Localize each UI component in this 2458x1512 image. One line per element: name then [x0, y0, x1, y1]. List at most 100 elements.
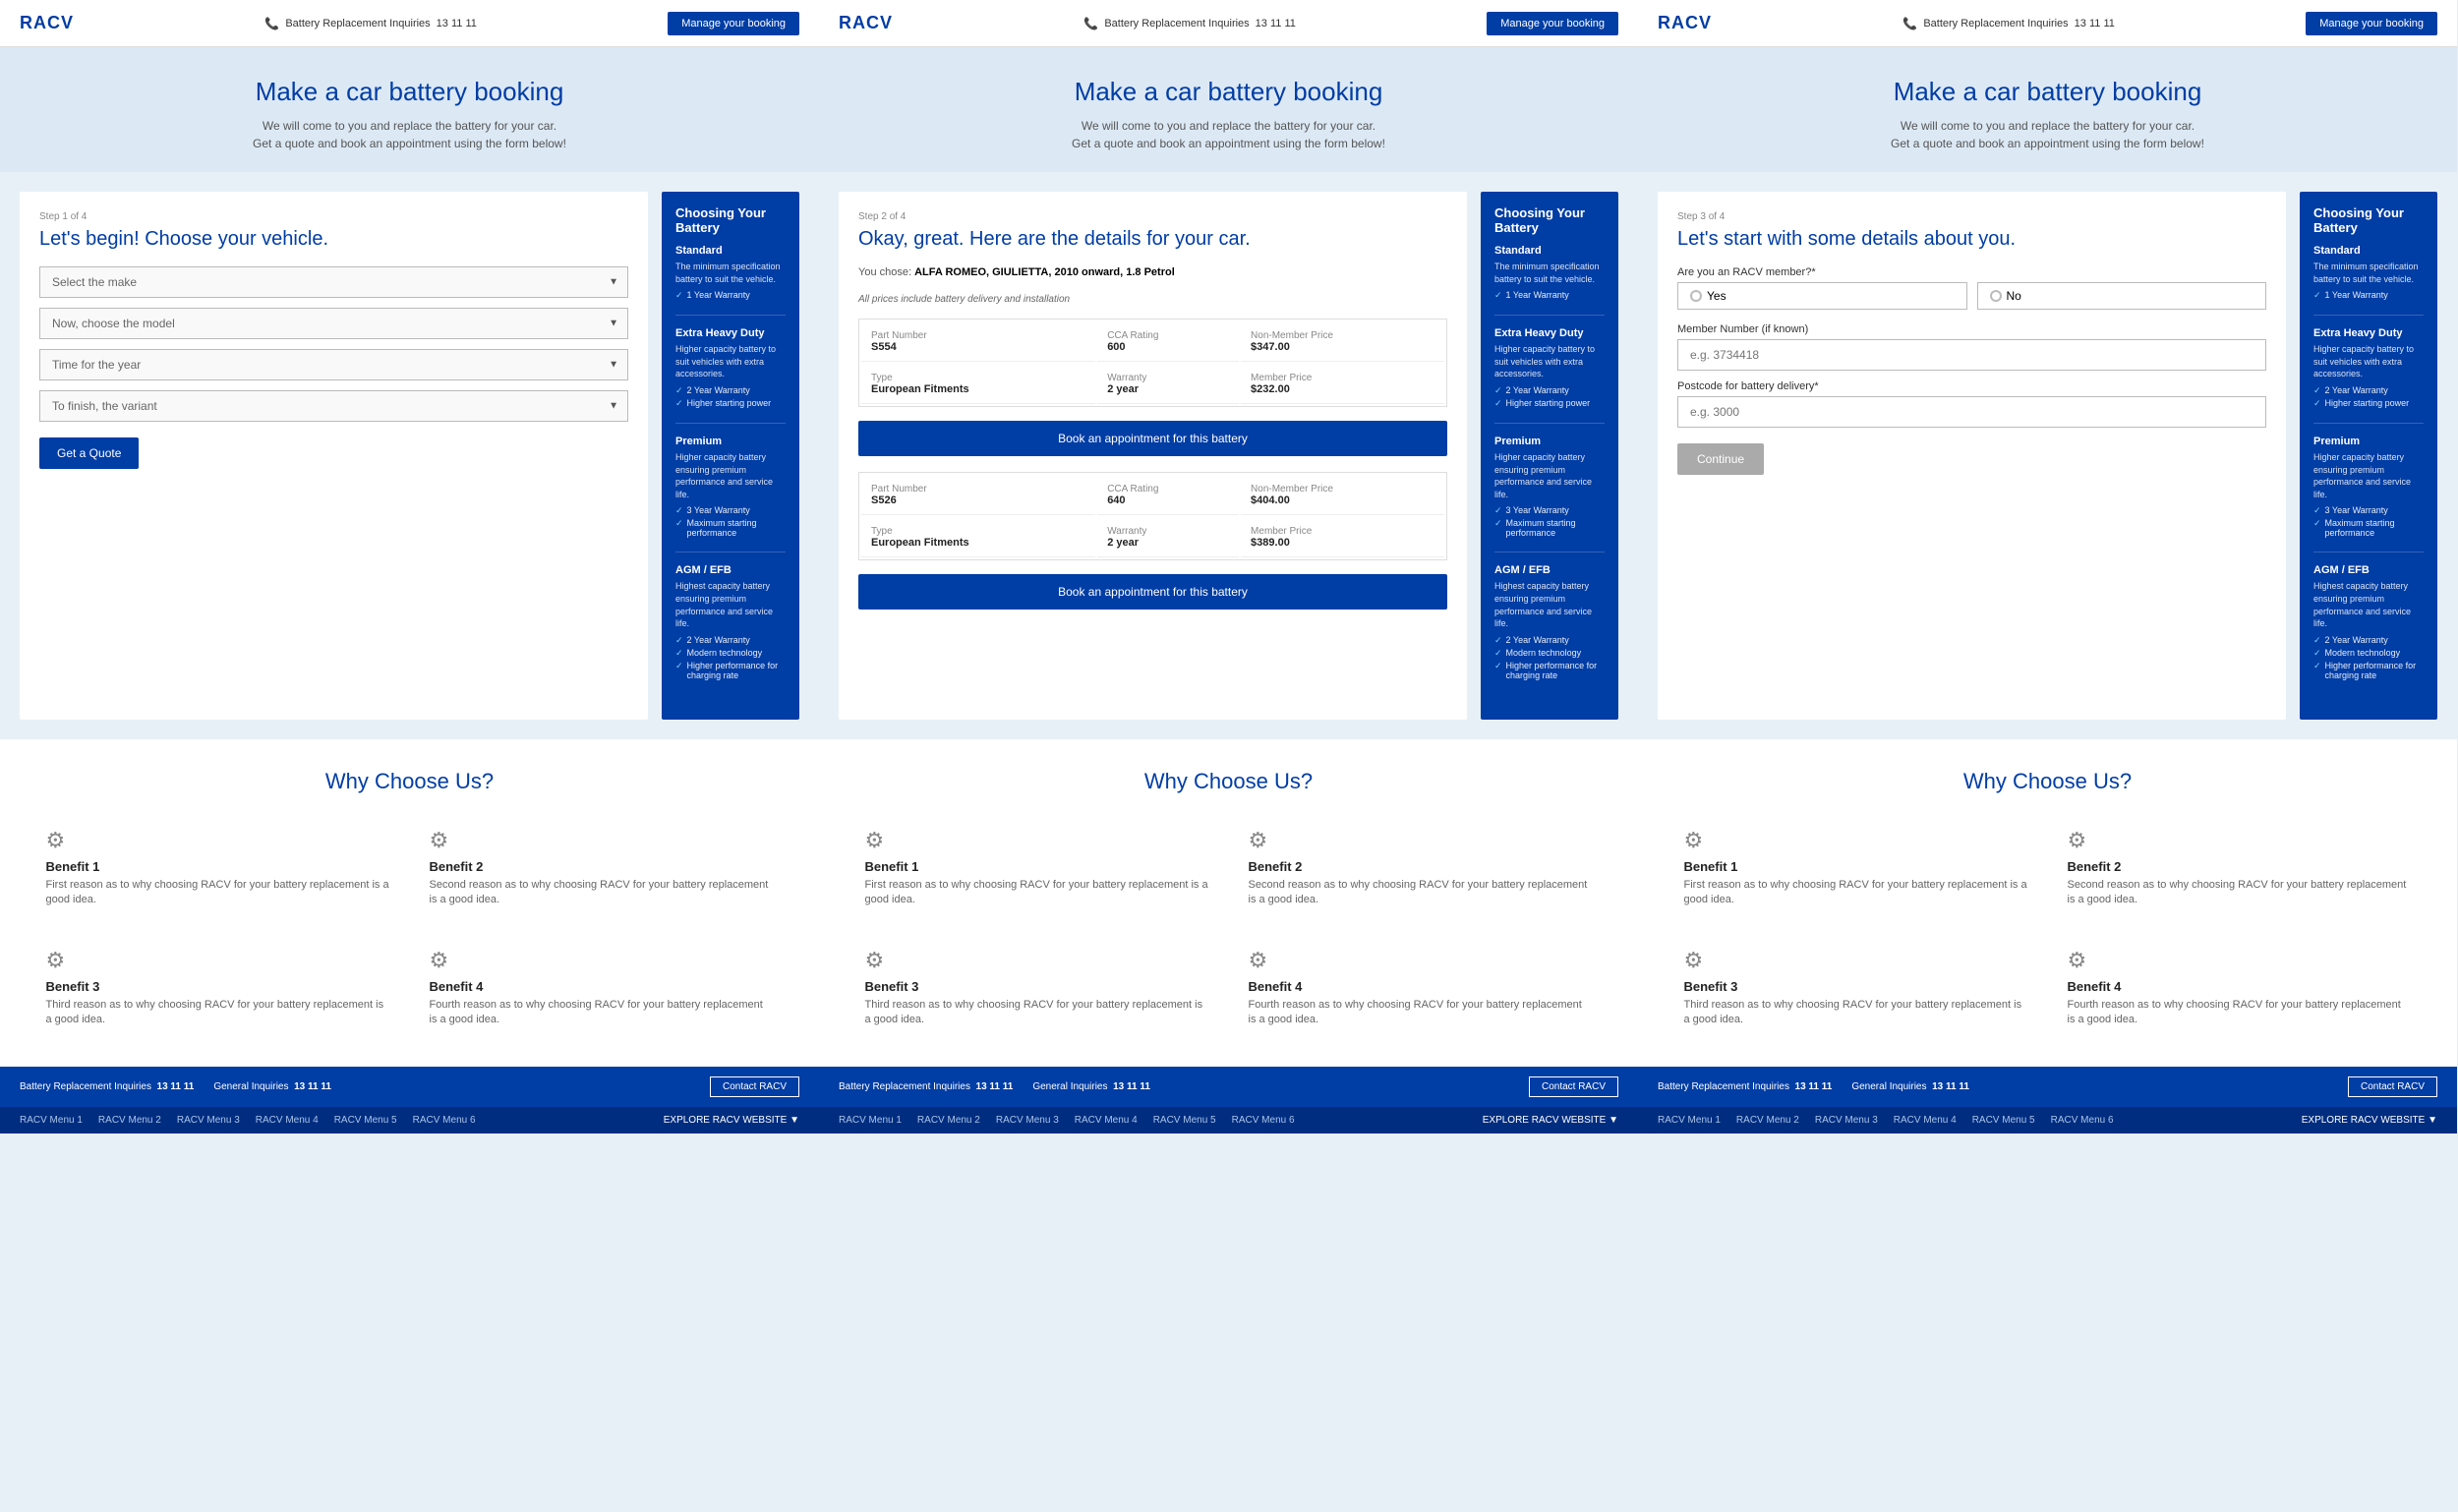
- phone-label: Battery Replacement Inquiries: [1923, 18, 2068, 29]
- nav-link-6[interactable]: RACV Menu 6: [1232, 1115, 1295, 1126]
- battery-type-agm: AGM / EFB Highest capacity battery ensur…: [675, 564, 786, 693]
- form-title: Okay, great. Here are the details for yo…: [858, 228, 1447, 251]
- nav-link-5[interactable]: RACV Menu 5: [1972, 1115, 2035, 1126]
- footer-nav: RACV Menu 1 RACV Menu 2 RACV Menu 3 RACV…: [819, 1107, 1638, 1134]
- year-select[interactable]: Time for the year: [39, 349, 628, 380]
- hero-subtitle: We will come to you and replace the batt…: [1658, 117, 2437, 152]
- explore-website-link[interactable]: EXPLORE RACV WEBSITE ▼: [2302, 1115, 2437, 1126]
- nav-link-4[interactable]: RACV Menu 4: [1894, 1115, 1957, 1126]
- battery-type-standard: Standard The minimum specification batte…: [1494, 245, 1605, 316]
- form-title: Let's begin! Choose your vehicle.: [39, 228, 628, 251]
- benefit-2: ⚙ Benefit 2 Second reason as to why choo…: [2058, 818, 2422, 918]
- variant-select[interactable]: To finish, the variant: [39, 390, 628, 422]
- panel-step3: RACV 📞 Battery Replacement Inquiries 13 …: [1638, 0, 2457, 1134]
- benefit-1: ⚙ Benefit 1 First reason as to why choos…: [1674, 818, 2038, 918]
- nav-link-3[interactable]: RACV Menu 3: [177, 1115, 240, 1126]
- book-battery-1-button[interactable]: Book an appointment for this battery: [858, 421, 1447, 456]
- why-title: Why Choose Us?: [1658, 769, 2437, 794]
- car-details-panel: Step 2 of 4 Okay, great. Here are the de…: [839, 192, 1467, 720]
- nav-link-1[interactable]: RACV Menu 1: [1658, 1115, 1721, 1126]
- logo: RACV: [1658, 13, 1712, 33]
- footer-battery-label: Battery Replacement Inquiries 13 11 11: [839, 1081, 1013, 1092]
- hero-subtitle: We will come to you and replace the batt…: [20, 117, 799, 152]
- contact-racv-button[interactable]: Contact RACV: [1529, 1076, 1618, 1097]
- benefit-4-title: Benefit 4: [1249, 979, 1593, 994]
- benefit-2-icon: ⚙: [2068, 828, 2412, 853]
- step-indicator: Step 2 of 4: [858, 211, 1447, 222]
- nav-link-3[interactable]: RACV Menu 3: [996, 1115, 1059, 1126]
- benefit-1: ⚙ Benefit 1 First reason as to why choos…: [855, 818, 1219, 918]
- model-select[interactable]: Now, choose the model: [39, 308, 628, 339]
- why-section: Why Choose Us? ⚙ Benefit 1 First reason …: [819, 739, 1638, 1068]
- manage-booking-button[interactable]: Manage your booking: [2306, 12, 2437, 35]
- phone-icon: 📞: [1902, 17, 1917, 30]
- nav-link-1[interactable]: RACV Menu 1: [839, 1115, 902, 1126]
- footer-general-label: General Inquiries 13 11 11: [1032, 1081, 1150, 1092]
- battery-type-standard: Standard The minimum specification batte…: [675, 245, 786, 316]
- nav-link-1[interactable]: RACV Menu 1: [20, 1115, 83, 1126]
- manage-booking-button[interactable]: Manage your booking: [668, 12, 799, 35]
- member-panel: Step 3 of 4 Let's start with some detail…: [1658, 192, 2286, 720]
- header-center: 📞 Battery Replacement Inquiries 13 11 11: [264, 17, 477, 30]
- book-battery-2-button[interactable]: Book an appointment for this battery: [858, 574, 1447, 610]
- yes-radio-circle: [1690, 290, 1702, 302]
- nav-link-6[interactable]: RACV Menu 6: [413, 1115, 476, 1126]
- header-center: 📞 Battery Replacement Inquiries 13 11 11: [1083, 17, 1296, 30]
- header: RACV 📞 Battery Replacement Inquiries 13 …: [1638, 0, 2457, 47]
- benefit-2-text: Second reason as to why choosing RACV fo…: [1249, 878, 1593, 908]
- footer-links: Battery Replacement Inquiries 13 11 11 G…: [1658, 1081, 1969, 1092]
- nav-link-5[interactable]: RACV Menu 5: [1153, 1115, 1216, 1126]
- why-section: Why Choose Us? ⚙ Benefit 1 First reason …: [0, 739, 819, 1068]
- footer-nav: RACV Menu 1 RACV Menu 2 RACV Menu 3 RACV…: [0, 1107, 819, 1134]
- contact-racv-button[interactable]: Contact RACV: [2348, 1076, 2437, 1097]
- yes-option[interactable]: Yes: [1677, 282, 1967, 310]
- no-option[interactable]: No: [1977, 282, 2267, 310]
- footer-top: Battery Replacement Inquiries 13 11 11 G…: [0, 1067, 819, 1107]
- sidebar-title: Choosing Your Battery: [1494, 205, 1605, 235]
- benefit-2: ⚙ Benefit 2 Second reason as to why choo…: [1239, 818, 1603, 918]
- benefit-2-title: Benefit 2: [1249, 859, 1593, 874]
- make-dropdown-wrap: Select the make ▼: [39, 266, 628, 298]
- variant-dropdown-wrap: To finish, the variant ▼: [39, 390, 628, 422]
- postcode-input[interactable]: [1677, 396, 2266, 428]
- benefit-3-title: Benefit 3: [46, 979, 390, 994]
- benefit-2-icon: ⚙: [430, 828, 774, 853]
- header-center: 📞 Battery Replacement Inquiries 13 11 11: [1902, 17, 2115, 30]
- hero: Make a car battery booking We will come …: [0, 47, 819, 172]
- no-radio-circle: [1990, 290, 2002, 302]
- member-radio-group: Yes No: [1677, 282, 2266, 310]
- nav-link-4[interactable]: RACV Menu 4: [256, 1115, 319, 1126]
- nav-link-5[interactable]: RACV Menu 5: [334, 1115, 397, 1126]
- explore-website-link[interactable]: EXPLORE RACV WEBSITE ▼: [664, 1115, 799, 1126]
- battery-sidebar: Choosing Your Battery Standard The minim…: [1481, 192, 1618, 720]
- no-label: No: [2007, 289, 2021, 303]
- benefit-3: ⚙ Benefit 3 Third reason as to why choos…: [36, 938, 400, 1038]
- battery-type-premium: Premium Higher capacity battery ensuring…: [675, 436, 786, 552]
- continue-button[interactable]: Continue: [1677, 443, 1764, 475]
- contact-racv-button[interactable]: Contact RACV: [710, 1076, 799, 1097]
- nav-link-2[interactable]: RACV Menu 2: [1736, 1115, 1799, 1126]
- benefit-3-icon: ⚙: [865, 948, 1209, 973]
- get-quote-button[interactable]: Get a Quote: [39, 437, 139, 469]
- member-question-label: Are you an RACV member?*: [1677, 266, 2266, 278]
- panel-step2: RACV 📞 Battery Replacement Inquiries 13 …: [819, 0, 1638, 1134]
- nav-link-2[interactable]: RACV Menu 2: [917, 1115, 980, 1126]
- footer-general-label: General Inquiries 13 11 11: [213, 1081, 331, 1092]
- battery-table-2: Part NumberS526 CCA Rating640 Non-Member…: [858, 472, 1447, 560]
- benefit-4: ⚙ Benefit 4 Fourth reason as to why choo…: [2058, 938, 2422, 1038]
- nav-link-4[interactable]: RACV Menu 4: [1075, 1115, 1138, 1126]
- why-title: Why Choose Us?: [20, 769, 799, 794]
- make-select[interactable]: Select the make: [39, 266, 628, 298]
- nav-link-2[interactable]: RACV Menu 2: [98, 1115, 161, 1126]
- benefit-1-text: First reason as to why choosing RACV for…: [46, 878, 390, 908]
- member-number-input[interactable]: [1677, 339, 2266, 371]
- nav-link-6[interactable]: RACV Menu 6: [2051, 1115, 2114, 1126]
- benefit-1-icon: ⚙: [1684, 828, 2028, 853]
- nav-link-3[interactable]: RACV Menu 3: [1815, 1115, 1878, 1126]
- manage-booking-button[interactable]: Manage your booking: [1487, 12, 1618, 35]
- form-panel: Step 1 of 4 Let's begin! Choose your veh…: [20, 192, 648, 720]
- benefit-1-title: Benefit 1: [46, 859, 390, 874]
- explore-website-link[interactable]: EXPLORE RACV WEBSITE ▼: [1483, 1115, 1618, 1126]
- benefit-2-title: Benefit 2: [430, 859, 774, 874]
- benefit-4: ⚙ Benefit 4 Fourth reason as to why choo…: [1239, 938, 1603, 1038]
